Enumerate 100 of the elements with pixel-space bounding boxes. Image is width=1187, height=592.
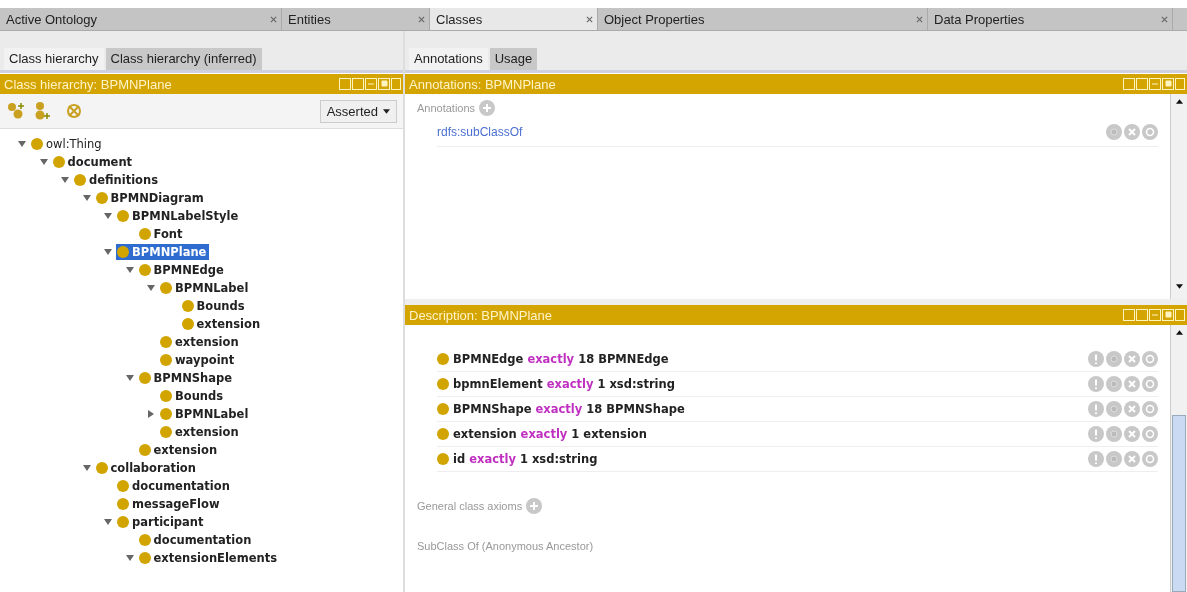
asserted-dropdown[interactable]: Asserted [319, 99, 397, 123]
class-icon [52, 156, 65, 168]
delete-class-icon[interactable] [64, 101, 84, 121]
axiom-text: id exactly 1 xsd:string [453, 452, 598, 466]
add-subclass-icon[interactable] [6, 101, 26, 121]
scroll-down-icon[interactable] [1175, 284, 1183, 289]
view-controls-icon[interactable] [339, 78, 401, 90]
tree-node[interactable]: extension [159, 334, 242, 350]
tree-node[interactable]: extension [137, 442, 221, 458]
tree-node[interactable]: documentation [137, 532, 255, 548]
annotate-icon[interactable] [1106, 426, 1122, 442]
tree-node[interactable]: extension [159, 424, 242, 440]
class-icon [160, 426, 172, 438]
scroll-up-icon[interactable] [1175, 99, 1183, 104]
view-controls-icon[interactable] [1123, 309, 1185, 321]
close-icon[interactable] [1161, 15, 1168, 23]
class-icon [160, 390, 172, 402]
close-icon[interactable] [270, 15, 277, 23]
annotation-property-link[interactable]: rdfs:subClassOf [437, 125, 523, 139]
explain-icon[interactable] [1088, 426, 1104, 442]
expand-arrow-icon[interactable] [147, 410, 155, 418]
tree-node[interactable]: extensionElements [137, 550, 280, 566]
tree-node[interactable]: Font [137, 226, 186, 242]
expand-arrow-icon[interactable] [82, 464, 91, 472]
delete-icon[interactable] [1124, 426, 1140, 442]
tree-node[interactable]: definitions [73, 172, 162, 188]
tree-node[interactable]: Bounds [159, 388, 227, 404]
tree-node[interactable]: participant [116, 514, 207, 530]
expand-arrow-icon[interactable] [61, 176, 69, 184]
class-icon [138, 228, 151, 240]
expand-arrow-icon[interactable] [125, 554, 134, 562]
close-icon[interactable] [586, 15, 593, 23]
expand-arrow-icon[interactable] [147, 284, 155, 292]
expand-arrow-icon[interactable] [104, 248, 112, 256]
add-icon[interactable] [479, 100, 496, 116]
scrollbar[interactable] [1170, 94, 1187, 299]
delete-icon[interactable] [1124, 124, 1140, 140]
edit-icon[interactable] [1142, 124, 1158, 140]
expand-arrow-icon[interactable] [18, 140, 26, 148]
annotate-icon[interactable] [1106, 401, 1122, 417]
close-icon[interactable] [916, 15, 923, 23]
class-icon [95, 192, 108, 204]
tree-node[interactable]: waypoint [159, 352, 238, 368]
delete-icon[interactable] [1124, 401, 1140, 417]
explain-icon[interactable] [1088, 451, 1104, 467]
axiom-text: BPMNShape exactly 18 BPMNShape [453, 402, 685, 416]
annotate-icon[interactable] [1106, 451, 1122, 467]
tree-node[interactable]: owl:Thing [30, 136, 105, 152]
annotate-icon[interactable] [1106, 351, 1122, 367]
add-icon[interactable] [526, 498, 543, 514]
expand-arrow-icon[interactable] [104, 518, 112, 526]
tab[interactable]: Annotations [409, 48, 488, 70]
tree-node[interactable]: BPMNLabelStyle [116, 208, 242, 224]
class-icon [138, 372, 151, 384]
tab[interactable]: Class hierarchy (inferred) [105, 48, 262, 70]
tree-node[interactable]: document [51, 154, 136, 170]
expand-arrow-icon[interactable] [125, 374, 134, 382]
annotate-icon[interactable] [1106, 376, 1122, 392]
tree-node[interactable]: collaboration [94, 460, 199, 476]
tree-node[interactable]: BPMNShape [137, 370, 236, 386]
class-icon [160, 336, 172, 348]
explain-icon[interactable] [1088, 351, 1104, 367]
expand-arrow-icon[interactable] [104, 212, 112, 220]
tree-node[interactable]: BPMNEdge [137, 262, 227, 278]
class-icon [160, 354, 172, 366]
class-icon [138, 264, 151, 276]
delete-icon[interactable] [1124, 451, 1140, 467]
class-icon [74, 174, 86, 186]
class-icon [181, 318, 194, 330]
tree-node[interactable]: messageFlow [116, 496, 223, 512]
expand-arrow-icon[interactable] [39, 158, 48, 166]
edit-icon[interactable] [1142, 351, 1158, 367]
tree-node[interactable]: Bounds [180, 298, 248, 314]
panel-title: Description: BPMNPlane [409, 307, 553, 323]
class-icon [95, 462, 108, 474]
close-icon[interactable] [418, 15, 425, 23]
tab[interactable]: Classes [430, 8, 598, 30]
delete-icon[interactable] [1124, 351, 1140, 367]
expand-arrow-icon[interactable] [125, 266, 134, 274]
tab[interactable]: Usage [489, 48, 538, 70]
scrollbar[interactable] [1170, 325, 1187, 592]
scroll-up-icon[interactable] [1175, 330, 1183, 335]
expand-arrow-icon[interactable] [82, 194, 91, 202]
delete-icon[interactable] [1124, 376, 1140, 392]
explain-icon[interactable] [1088, 401, 1104, 417]
scroll-thumb[interactable] [1172, 415, 1186, 592]
explain-icon[interactable] [1088, 376, 1104, 392]
edit-icon[interactable] [1142, 451, 1158, 467]
edit-icon[interactable] [1142, 376, 1158, 392]
tree-node[interactable]: documentation [116, 478, 233, 494]
tab[interactable]: Class hierarchy [4, 48, 104, 70]
tree-node[interactable]: BPMNLabel [159, 280, 252, 296]
edit-icon[interactable] [1142, 401, 1158, 417]
tree-node[interactable]: BPMNLabel [159, 406, 252, 422]
tree-node[interactable]: BPMNDiagram [94, 190, 207, 206]
tree-node[interactable]: BPMNPlane [116, 244, 210, 260]
annotate-icon[interactable] [1106, 124, 1122, 140]
edit-icon[interactable] [1142, 426, 1158, 442]
tree-node[interactable]: extension [180, 316, 264, 332]
view-controls-icon[interactable] [1123, 78, 1185, 90]
